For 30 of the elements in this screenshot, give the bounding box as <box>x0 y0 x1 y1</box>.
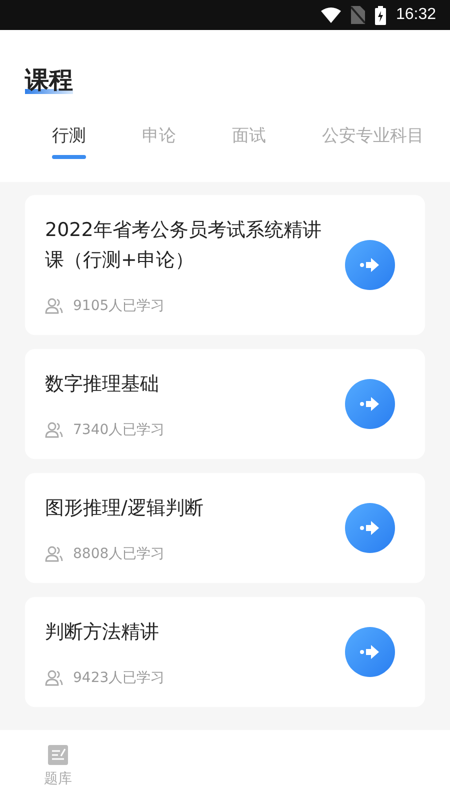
course-title: 判断方法精讲 <box>45 620 160 645</box>
go-button[interactable] <box>345 240 395 290</box>
learner-count: 9423人已学习 <box>73 669 165 687</box>
course-card[interactable]: 图形推理/逻辑判断 8808人已学习 <box>25 473 425 583</box>
arrow-icon <box>359 257 381 273</box>
learner-count: 9105人已学习 <box>73 297 165 315</box>
arrow-icon <box>359 644 381 660</box>
go-button[interactable] <box>345 379 395 429</box>
question-bank-icon <box>47 744 69 766</box>
arrow-icon <box>359 396 381 412</box>
course-card[interactable]: 2022年省考公务员考试系统精讲课（行测+申论） 9105人已学习 <box>25 195 425 335</box>
people-icon <box>45 546 63 562</box>
course-title: 图形推理/逻辑判断 <box>45 496 204 521</box>
category-tab[interactable]: 行测 <box>35 118 103 159</box>
people-icon <box>45 422 63 438</box>
wifi-icon <box>320 7 341 23</box>
people-icon <box>45 298 63 314</box>
course-title: 2022年省考公务员考试系统精讲课（行测+申论） <box>45 218 322 273</box>
learner-count: 8808人已学习 <box>73 545 165 563</box>
go-button[interactable] <box>345 503 395 553</box>
learner-count: 7340人已学习 <box>73 421 165 439</box>
course-card[interactable]: 判断方法精讲 9423人已学习 <box>25 597 425 707</box>
no-sim-icon <box>350 6 365 24</box>
course-title: 数字推理基础 <box>45 372 160 397</box>
battery-charging-icon <box>374 6 386 24</box>
course-card[interactable]: 数字推理基础 7340人已学习 <box>25 349 425 459</box>
people-icon <box>45 670 63 686</box>
go-button[interactable] <box>345 627 395 677</box>
status-time: 16:32 <box>396 6 436 24</box>
arrow-icon <box>359 520 381 536</box>
